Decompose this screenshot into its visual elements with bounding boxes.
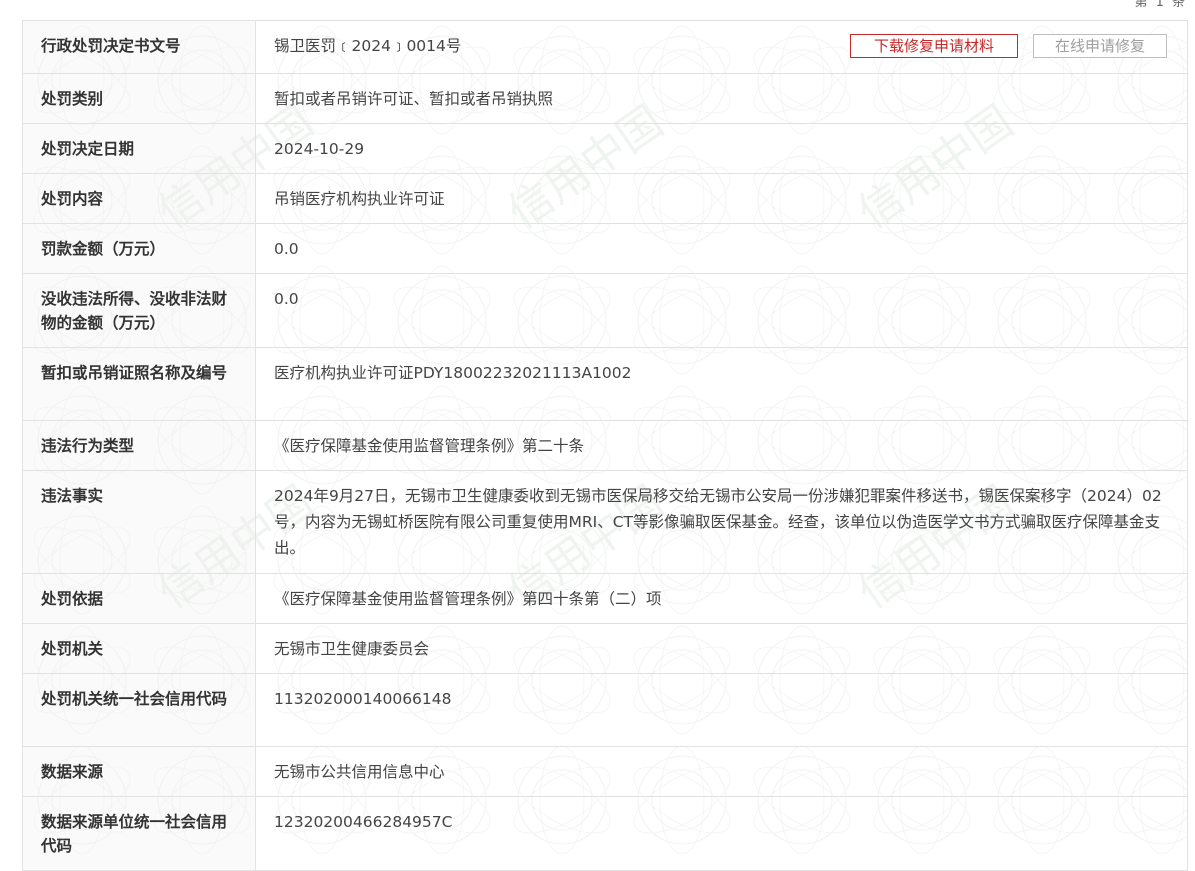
row-label: 处罚机关	[22, 623, 256, 674]
row-label: 行政处罚决定书文号	[22, 20, 256, 74]
table-row: 违法行为类型 《医疗保障基金使用监督管理条例》第二十条	[22, 420, 1188, 471]
row-label: 处罚机关统一社会信用代码	[22, 673, 256, 747]
row-value: 医疗机构执业许可证PDY18002232021113A1002	[255, 347, 1188, 421]
row-value: 锡卫医罚﹝2024﹞0014号 下载修复申请材料 在线申请修复	[255, 20, 1188, 74]
table-row: 罚款金额（万元） 0.0	[22, 223, 1188, 274]
penalty-record-table: 行政处罚决定书文号 锡卫医罚﹝2024﹞0014号 下载修复申请材料 在线申请修…	[22, 20, 1188, 871]
table-row: 数据来源 无锡市公共信用信息中心	[22, 746, 1188, 797]
row-value: 吊销医疗机构执业许可证	[255, 173, 1188, 224]
row-value: 《医疗保障基金使用监督管理条例》第四十条第（二）项	[255, 573, 1188, 624]
row-label: 没收违法所得、没收非法财物的金额（万元）	[22, 273, 256, 348]
row-value: 无锡市公共信用信息中心	[255, 746, 1188, 797]
row-label: 违法事实	[22, 470, 256, 574]
row-label: 处罚决定日期	[22, 123, 256, 174]
row-label: 违法行为类型	[22, 420, 256, 471]
table-row: 数据来源单位统一社会信用代码 12320200466284957C	[22, 796, 1188, 871]
page-marker: 第 1 条	[1134, 0, 1187, 10]
row-label: 暂扣或吊销证照名称及编号	[22, 347, 256, 421]
row-value: 《医疗保障基金使用监督管理条例》第二十条	[255, 420, 1188, 471]
row-value: 0.0	[255, 273, 1188, 348]
decision-number-value: 锡卫医罚﹝2024﹞0014号	[274, 37, 462, 55]
table-row-decision-number: 行政处罚决定书文号 锡卫医罚﹝2024﹞0014号 下载修复申请材料 在线申请修…	[22, 20, 1188, 74]
row-value: 0.0	[255, 223, 1188, 274]
row-value: 113202000140066148	[255, 673, 1188, 747]
online-repair-apply-button[interactable]: 在线申请修复	[1033, 34, 1167, 58]
download-repair-materials-button[interactable]: 下载修复申请材料	[850, 34, 1018, 58]
table-row: 处罚依据 《医疗保障基金使用监督管理条例》第四十条第（二）项	[22, 573, 1188, 624]
table-row: 处罚决定日期 2024-10-29	[22, 123, 1188, 174]
row-value: 2024-10-29	[255, 123, 1188, 174]
row-label: 数据来源	[22, 746, 256, 797]
row-value: 暂扣或者吊销许可证、暂扣或者吊销执照	[255, 73, 1188, 124]
row-value: 无锡市卫生健康委员会	[255, 623, 1188, 674]
table-row: 处罚类别 暂扣或者吊销许可证、暂扣或者吊销执照	[22, 73, 1188, 124]
table-row: 暂扣或吊销证照名称及编号 医疗机构执业许可证PDY18002232021113A1…	[22, 347, 1188, 421]
table-row: 处罚内容 吊销医疗机构执业许可证	[22, 173, 1188, 224]
table-row: 处罚机关统一社会信用代码 113202000140066148	[22, 673, 1188, 747]
row-value: 2024年9月27日，无锡市卫生健康委收到无锡市医保局移交给无锡市公安局一份涉嫌…	[255, 470, 1188, 574]
row-label: 数据来源单位统一社会信用代码	[22, 796, 256, 871]
row-label: 处罚类别	[22, 73, 256, 124]
row-value: 12320200466284957C	[255, 796, 1188, 871]
row-label: 罚款金额（万元）	[22, 223, 256, 274]
table-row: 违法事实 2024年9月27日，无锡市卫生健康委收到无锡市医保局移交给无锡市公安局…	[22, 470, 1188, 574]
row-label: 处罚依据	[22, 573, 256, 624]
row-label: 处罚内容	[22, 173, 256, 224]
table-row: 处罚机关 无锡市卫生健康委员会	[22, 623, 1188, 674]
table-row: 没收违法所得、没收非法财物的金额（万元） 0.0	[22, 273, 1188, 348]
